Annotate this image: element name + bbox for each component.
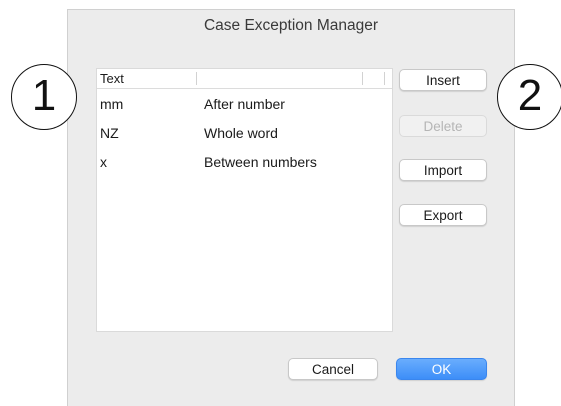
exception-type: After number	[204, 96, 285, 112]
exception-text: mm	[100, 96, 124, 112]
column-divider[interactable]	[384, 72, 385, 85]
callout-marker-1: 1	[11, 64, 77, 130]
exception-list[interactable]: Text mm After number NZ Whole word x Bet…	[96, 68, 393, 332]
list-item[interactable]: mm After number	[97, 91, 392, 119]
column-divider[interactable]	[196, 72, 197, 85]
exception-text: NZ	[100, 125, 119, 141]
insert-button[interactable]: Insert	[399, 69, 487, 91]
list-item[interactable]: x Between numbers	[97, 149, 392, 177]
exception-text: x	[100, 154, 107, 170]
export-button[interactable]: Export	[399, 204, 487, 226]
list-header: Text	[97, 69, 392, 89]
callout-marker-2: 2	[497, 64, 561, 130]
exception-type: Between numbers	[204, 154, 317, 170]
cancel-button[interactable]: Cancel	[288, 358, 378, 380]
column-divider[interactable]	[362, 72, 363, 85]
case-exception-dialog: Case Exception Manager Text mm After num…	[68, 10, 514, 406]
dialog-title: Case Exception Manager	[203, 17, 379, 34]
ok-button[interactable]: OK	[396, 358, 487, 380]
delete-button[interactable]: Delete	[399, 115, 487, 137]
exception-type: Whole word	[204, 125, 278, 141]
list-item[interactable]: NZ Whole word	[97, 120, 392, 148]
column-header-text[interactable]: Text	[100, 71, 124, 86]
import-button[interactable]: Import	[399, 159, 487, 181]
